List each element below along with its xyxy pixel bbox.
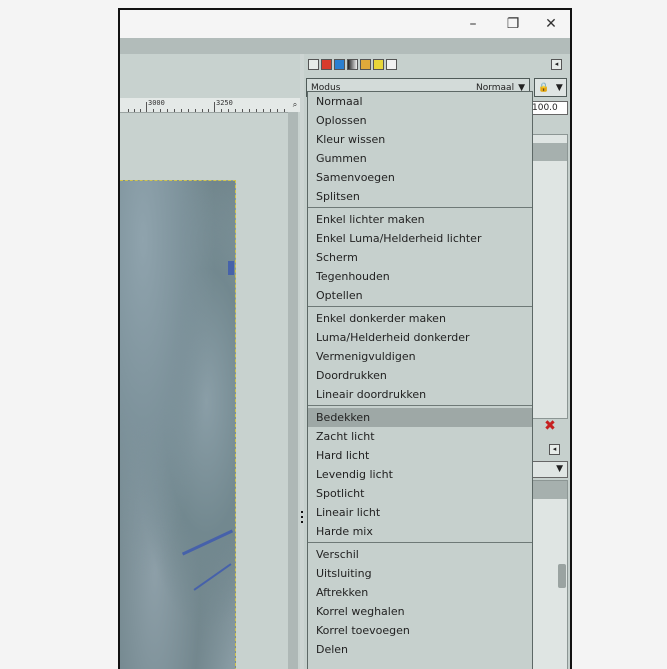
menu-item[interactable]: Enkel lichter maken [308,210,532,229]
menu-item[interactable]: Lineair licht [308,503,532,522]
menu-separator [308,405,532,406]
minimize-button[interactable]: – [456,10,490,38]
menu-item[interactable]: Bedekken [308,408,532,427]
pattern-icon[interactable] [373,59,384,70]
palette-icon[interactable] [360,59,371,70]
maximize-button[interactable]: ❐ [496,10,530,38]
lock-icon: 🔒 [538,82,550,93]
menu-item[interactable]: Samenvoegen [308,168,532,187]
pointer-icon[interactable] [308,59,319,70]
menu-item[interactable]: Scherm [308,248,532,267]
menu-item[interactable]: Aftrekken [308,583,532,602]
lower-dock-tabs: ◂ [532,440,570,460]
menu-item[interactable]: Uitsluiting [308,564,532,583]
menu-item[interactable]: Harde mix [308,522,532,541]
title-bar: – ❐ ✕ [120,10,570,38]
opacity-field[interactable]: 100.0 [530,101,568,115]
layers-list[interactable] [532,134,568,419]
menu-item[interactable]: Splitsen [308,187,532,206]
ruler-label: 3250 [216,99,233,107]
brush-icon[interactable] [321,59,332,70]
horizontal-ruler[interactable]: 3000 3250 [120,98,290,113]
dock-tabs: ◂ [304,54,570,76]
lock-button[interactable]: 🔒 ▼ [534,78,567,97]
dock-menu-button[interactable]: ◂ [551,59,562,70]
menu-item[interactable]: Luma/Helderheid donkerder [308,328,532,347]
menu-item[interactable]: Vermenigvuldigen [308,347,532,366]
menu-item[interactable]: Lineair doordrukken [308,385,532,404]
menu-separator [308,306,532,307]
menu-item[interactable]: Delen [308,640,532,659]
menu-item[interactable]: Spotlicht [308,484,532,503]
menu-bar [120,38,570,54]
mode-dropdown-menu: Normaal Oplossen Kleur wissen Gummen Samenvo… [307,91,533,669]
zoom-icon[interactable]: ⌕ [290,98,300,112]
menu-item[interactable]: Levendig licht [308,465,532,484]
chevron-down-icon: ▼ [556,464,563,474]
menu-item[interactable]: Optellen [308,286,532,305]
lower-scrollbar[interactable] [558,564,566,588]
close-button[interactable]: ✕ [534,10,568,38]
menu-item[interactable]: Verschil [308,545,532,564]
menu-item[interactable]: Tegenhouden [308,267,532,286]
menu-item[interactable]: Hard licht [308,446,532,465]
delete-icon[interactable]: ✖ [543,418,557,434]
menu-item[interactable]: Zacht licht [308,427,532,446]
menu-separator [308,542,532,543]
canvas-area[interactable]: 3000 3250 ⌕ [120,54,300,669]
lower-combo[interactable]: ▼ [532,461,568,478]
menu-item[interactable]: Oplossen [308,111,532,130]
menu-separator [308,207,532,208]
menu-item[interactable]: Enkel Luma/Helderheid lichter [308,229,532,248]
image-layer[interactable] [120,180,236,669]
document-icon[interactable] [386,59,397,70]
ruler-label: 3000 [148,99,165,107]
menu-item[interactable]: Gummen [308,149,532,168]
list-item[interactable] [533,481,567,499]
chevron-down-icon: ▼ [555,82,563,93]
channels-icon[interactable] [347,59,358,70]
menu-item[interactable]: Doordrukken [308,366,532,385]
menu-item[interactable]: Korrel weghalen [308,602,532,621]
menu-item[interactable]: Korrel toevoegen [308,621,532,640]
vertical-scrollbar[interactable] [288,112,298,669]
menu-item[interactable]: Enkel donkerder maken [308,309,532,328]
layer-row[interactable] [533,143,567,161]
dock-menu-button[interactable]: ◂ [549,444,560,455]
menu-item[interactable]: Normaal [308,92,532,111]
menu-item[interactable]: Kleur wissen [308,130,532,149]
paths-icon[interactable] [334,59,345,70]
